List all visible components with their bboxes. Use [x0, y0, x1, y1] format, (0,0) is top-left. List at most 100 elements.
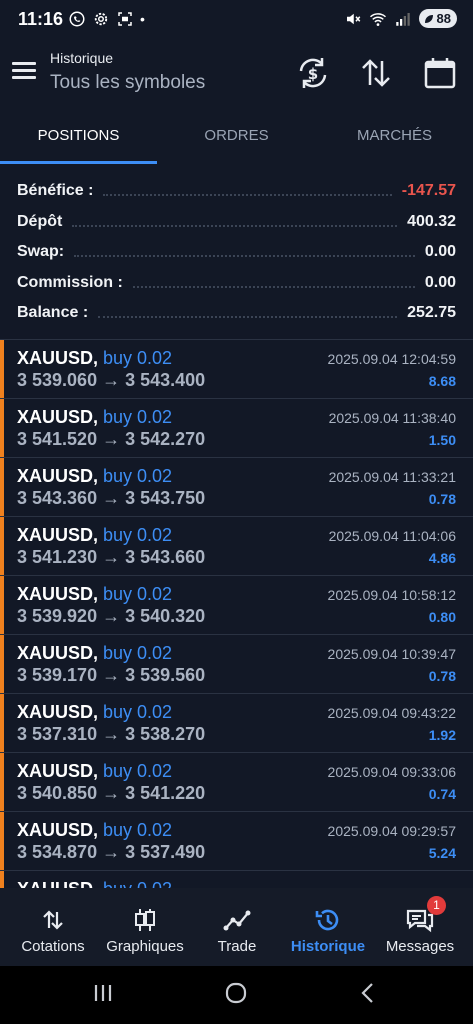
trade-marker: [0, 871, 4, 888]
trade-time: 2025.09.04 12:04:59: [327, 351, 456, 367]
dotted-leader: [132, 286, 415, 288]
menu-icon-bar: [12, 69, 36, 72]
nav-messages[interactable]: 1 Messages: [378, 888, 462, 966]
trade-side: buy 0.02: [103, 879, 172, 888]
symbol-filter[interactable]: Tous les symboles: [50, 72, 205, 94]
system-navigation-bar: [0, 966, 473, 1024]
trade-side: buy 0.02: [103, 348, 173, 368]
trade-profit: 1.92: [428, 727, 456, 743]
currency-exchange-button[interactable]: $: [295, 55, 331, 91]
back-icon[interactable]: [356, 981, 380, 1005]
trend-line-icon: [223, 910, 251, 931]
trade-prices: 3 539.060 → 3 543.400: [17, 370, 206, 390]
nav-label: Cotations: [21, 938, 85, 955]
trade-row[interactable]: XAUUSD, buy 0.02 3 537.310 → 3 538.270 2025…: [0, 694, 473, 753]
tab-bar: POSITIONS ORDRES MARCHÉS: [0, 114, 473, 164]
dotted-leader: [103, 194, 392, 196]
trade-row[interactable]: XAUUSD, buy 0.02 3 541.230 → 3 543.660 2025…: [0, 517, 473, 576]
sort-arrows-icon: [362, 59, 390, 87]
signal-icon: [395, 12, 410, 26]
trade-row[interactable]: XAUUSD, buy 0.02 3 534.870 → 3 537.490 2025…: [0, 812, 473, 871]
trade-marker: [0, 340, 4, 398]
menu-button[interactable]: [12, 58, 38, 82]
trade-side: buy 0.02: [103, 407, 173, 427]
summary-value: 400.32: [407, 213, 456, 230]
trade-symbol: XAUUSD,: [17, 643, 99, 663]
trade-prices: 3 541.520 → 3 542.270: [17, 429, 206, 449]
summary-label: Dépôt: [17, 213, 63, 230]
trade-prices: 3 541.230 → 3 543.660: [17, 547, 206, 567]
trade-side: buy 0.02: [103, 702, 173, 722]
tab-orders[interactable]: ORDRES: [158, 114, 315, 164]
trade-prices: 3 539.920 → 3 540.320: [17, 606, 206, 626]
summary-swap: Swap: 0.00: [17, 240, 456, 264]
battery-indicator: 88: [418, 9, 457, 28]
history-clock-icon: [315, 909, 339, 931]
trade-time: 2025.09.04 10:58:12: [327, 587, 456, 603]
trade-row[interactable]: XAUUSD, buy 0.02 3 539.170 → 3 539.560 2025…: [0, 635, 473, 694]
sort-button[interactable]: [358, 55, 394, 91]
trade-side: buy 0.02: [103, 761, 173, 781]
summary-label: Commission :: [17, 274, 123, 291]
nav-trade[interactable]: Trade: [196, 888, 278, 966]
trade-time: 2025.09.04 10:39:47: [327, 646, 456, 662]
svg-text:$: $: [308, 65, 318, 83]
trade-history-list[interactable]: XAUUSD, buy 0.02 3 539.060 → 3 543.400 2025…: [0, 340, 473, 888]
status-dot: •: [140, 11, 145, 27]
settings-gear-icon: [94, 12, 108, 26]
trade-profit: 4.86: [428, 550, 456, 566]
dotted-leader: [74, 255, 415, 257]
trade-row[interactable]: XAUUSD, buy 0.02: [0, 871, 473, 888]
status-bar: 11:16 • 88: [0, 0, 473, 42]
summary-value: 252.75: [407, 304, 456, 321]
trade-marker: [0, 635, 4, 693]
trade-row[interactable]: XAUUSD, buy 0.02 3 539.920 → 3 540.320 2025…: [0, 576, 473, 635]
trade-symbol: XAUUSD,: [17, 584, 99, 604]
trade-profit: 5.24: [428, 845, 456, 861]
summary-balance: Balance : 252.75: [17, 301, 456, 325]
app-header: Historique Tous les symboles $: [0, 42, 473, 114]
leaf-icon: [424, 14, 433, 23]
summary-profit: Bénéfice : -147.57: [17, 179, 456, 203]
summary-commission: Commission : 0.00: [17, 271, 456, 295]
trade-row[interactable]: XAUUSD, buy 0.02 3 539.060 → 3 543.400 2025…: [0, 340, 473, 399]
trade-marker: [0, 517, 4, 575]
calendar-icon: [424, 58, 456, 89]
trade-symbol: XAUUSD,: [17, 348, 99, 368]
menu-icon-bar: [12, 76, 36, 79]
summary-value: 0.00: [424, 243, 456, 260]
tab-positions[interactable]: POSITIONS: [0, 114, 157, 164]
summary-label: Swap:: [17, 243, 65, 260]
calendar-button[interactable]: [422, 55, 458, 91]
nav-history[interactable]: Historique: [284, 888, 372, 966]
summary-label: Bénéfice :: [17, 182, 94, 199]
whatsapp-icon: [69, 11, 85, 27]
trade-prices: 3 543.360 → 3 543.750: [17, 488, 206, 508]
trade-profit: 0.78: [428, 668, 456, 684]
trade-symbol: XAUUSD,: [17, 879, 98, 888]
nav-quotes[interactable]: Cotations: [10, 888, 96, 966]
trade-marker: [0, 399, 4, 457]
trade-row[interactable]: XAUUSD, buy 0.02 3 541.520 → 3 542.270 2025…: [0, 399, 473, 458]
currency-exchange-icon: $: [299, 58, 327, 88]
summary-value: -147.57: [401, 182, 456, 199]
dotted-leader: [98, 316, 398, 318]
trade-row[interactable]: XAUUSD, buy 0.02 3 543.360 → 3 543.750 2025…: [0, 458, 473, 517]
nav-charts[interactable]: Graphiques: [100, 888, 190, 966]
trade-profit: 1.50: [428, 432, 456, 448]
home-icon[interactable]: [224, 981, 248, 1005]
trade-profit: 8.68: [428, 373, 456, 389]
battery-level: 88: [436, 11, 451, 26]
trade-side: buy 0.02: [103, 820, 173, 840]
summary-deposit: Dépôt 400.32: [17, 210, 456, 234]
trade-time: 2025.09.04 09:43:22: [327, 705, 456, 721]
trade-time: 2025.09.04 11:04:06: [328, 528, 456, 544]
summary-label: Balance :: [17, 304, 89, 321]
trade-symbol: XAUUSD,: [17, 761, 99, 781]
recent-apps-icon[interactable]: [91, 981, 115, 1005]
tab-markets[interactable]: MARCHÉS: [316, 114, 473, 164]
trade-row[interactable]: XAUUSD, buy 0.02 3 540.850 → 3 541.220 2025…: [0, 753, 473, 812]
arrows-updown-icon: [43, 910, 63, 930]
candlestick-icon: [135, 909, 155, 931]
trade-prices: 3 537.310 → 3 538.270: [17, 724, 206, 744]
